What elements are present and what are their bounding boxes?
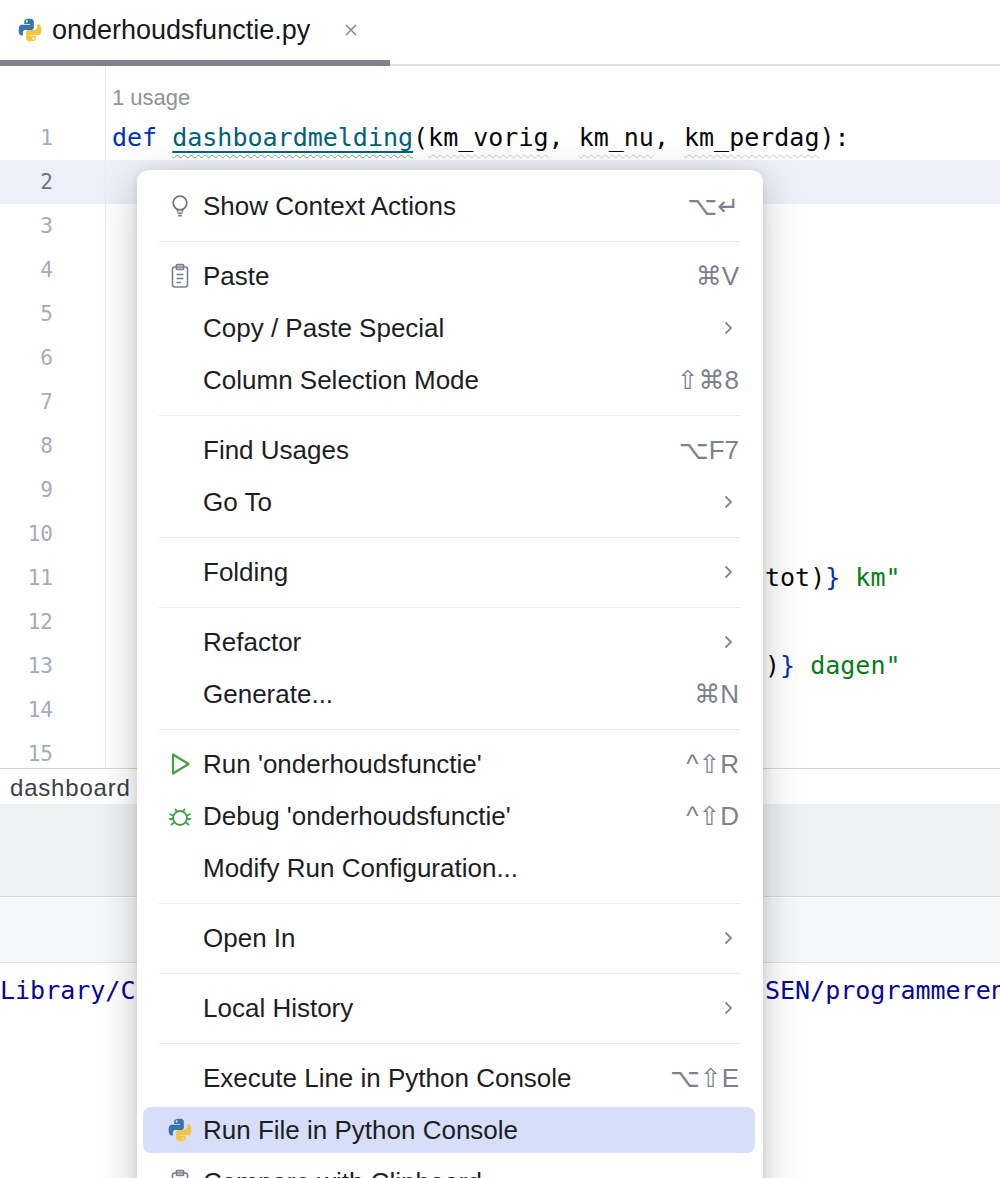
menu-item-run-file-in-python-console[interactable]: Run File in Python Console bbox=[143, 1107, 755, 1153]
debug-bug-icon bbox=[167, 803, 193, 829]
line-number: 5 bbox=[0, 292, 53, 336]
param-km-perdag: km_perdag bbox=[684, 123, 819, 152]
menu-separator bbox=[159, 537, 741, 538]
menu-item-copy-paste-special[interactable]: Copy / Paste Special bbox=[137, 302, 763, 354]
code-line-1: def dashboardmelding(km_vorig, km_nu, km… bbox=[112, 116, 850, 160]
line-number: 14 bbox=[0, 688, 53, 732]
clipboard-icon bbox=[167, 263, 193, 289]
menu-item-show-context-actions[interactable]: Show Context Actions ⌥↵ bbox=[137, 180, 763, 232]
console-path-left: Library/C bbox=[0, 975, 135, 1007]
context-menu: Show Context Actions ⌥↵ Paste ⌘V Copy / … bbox=[137, 170, 763, 1178]
line-number: 11 bbox=[0, 556, 53, 600]
usage-hint[interactable]: 1 usage bbox=[112, 80, 190, 116]
line-number: 10 bbox=[0, 512, 53, 556]
run-icon bbox=[167, 751, 193, 777]
menu-separator bbox=[159, 973, 741, 974]
clipboard-icon bbox=[167, 1169, 193, 1178]
line-number: 1 bbox=[0, 116, 53, 160]
line-number: 8 bbox=[0, 424, 53, 468]
menu-item-find-usages[interactable]: Find Usages ⌥F7 bbox=[137, 424, 763, 476]
submenu-arrow-icon bbox=[717, 927, 739, 949]
menu-separator bbox=[159, 415, 741, 416]
menu-item-column-selection-mode[interactable]: Column Selection Mode ⇧⌘8 bbox=[137, 354, 763, 406]
keyword-def: def bbox=[112, 123, 157, 152]
code-line-11-fragment: tot)} km" bbox=[765, 556, 901, 600]
menu-item-compare-with-clipboard[interactable]: Compare with Clipboard bbox=[137, 1156, 763, 1178]
menu-item-modify-run-configuration[interactable]: Modify Run Configuration... bbox=[137, 842, 763, 894]
submenu-arrow-icon bbox=[717, 631, 739, 653]
menu-separator bbox=[159, 241, 741, 242]
code-line-13-fragment: )} dagen" bbox=[765, 644, 900, 688]
gutter-border bbox=[105, 66, 106, 768]
menu-item-go-to[interactable]: Go To bbox=[137, 476, 763, 528]
menu-item-paste[interactable]: Paste ⌘V bbox=[137, 250, 763, 302]
tab-title: onderhoudsfunctie.py bbox=[52, 15, 310, 46]
tab-onderhoudsfunctie[interactable]: onderhoudsfunctie.py bbox=[0, 0, 360, 60]
python-file-icon bbox=[17, 17, 43, 43]
param-km-vorig: km_vorig bbox=[428, 123, 548, 152]
menu-item-open-in[interactable]: Open In bbox=[137, 912, 763, 964]
line-number: 7 bbox=[0, 380, 53, 424]
menu-item-local-history[interactable]: Local History bbox=[137, 982, 763, 1034]
line-number: 3 bbox=[0, 204, 53, 248]
line-number: 2 bbox=[0, 160, 53, 204]
console-path-right: SEN/programmeren bbox=[765, 975, 1000, 1007]
menu-separator bbox=[159, 903, 741, 904]
submenu-arrow-icon bbox=[717, 317, 739, 339]
param-km-nu: km_nu bbox=[579, 123, 654, 152]
menu-item-execute-line-in-python-console[interactable]: Execute Line in Python Console ⌥⇧E bbox=[137, 1052, 763, 1104]
editor-tab-bar: onderhoudsfunctie.py bbox=[0, 0, 1000, 66]
line-number: 9 bbox=[0, 468, 53, 512]
submenu-arrow-icon bbox=[717, 561, 739, 583]
menu-separator bbox=[159, 607, 741, 608]
python-icon bbox=[167, 1117, 193, 1143]
tab-close-icon[interactable] bbox=[342, 21, 360, 39]
menu-separator bbox=[159, 1043, 741, 1044]
line-number: 13 bbox=[0, 644, 53, 688]
menu-item-debug[interactable]: Debug 'onderhoudsfunctie' ^⇧D bbox=[137, 790, 763, 842]
submenu-arrow-icon bbox=[717, 997, 739, 1019]
line-number: 4 bbox=[0, 248, 53, 292]
menu-item-refactor[interactable]: Refactor bbox=[137, 616, 763, 668]
menu-item-run[interactable]: Run 'onderhoudsfunctie' ^⇧R bbox=[137, 738, 763, 790]
menu-separator bbox=[159, 729, 741, 730]
menu-item-generate[interactable]: Generate... ⌘N bbox=[137, 668, 763, 720]
submenu-arrow-icon bbox=[717, 491, 739, 513]
pycharm-window: onderhoudsfunctie.py 1234567891011121314… bbox=[0, 0, 1000, 1178]
function-name: dashboardmelding bbox=[172, 123, 413, 152]
line-number: 6 bbox=[0, 336, 53, 380]
line-number: 12 bbox=[0, 600, 53, 644]
breadcrumb[interactable]: dashboard bbox=[10, 774, 131, 802]
lightbulb-icon bbox=[167, 193, 193, 219]
menu-item-folding[interactable]: Folding bbox=[137, 546, 763, 598]
